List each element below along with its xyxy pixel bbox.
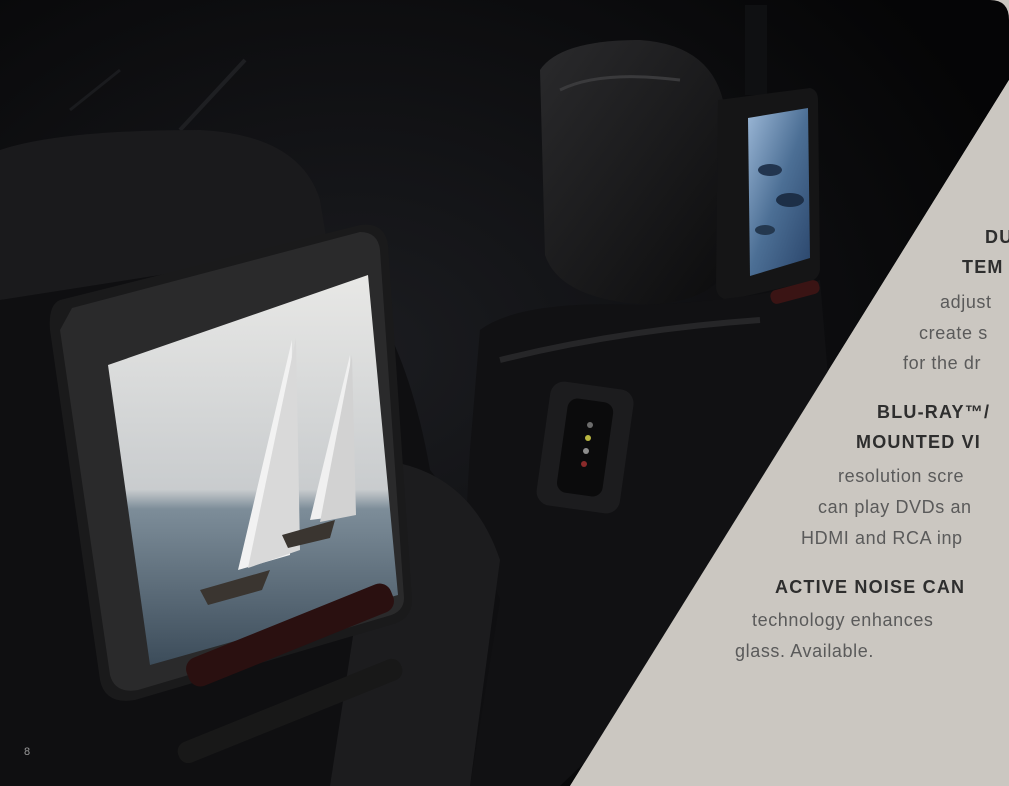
dual-heading-line-1: DU: [985, 227, 1009, 247]
noise-body-line-1: technology enhances: [752, 610, 934, 630]
bluray-heading-line-2: MOUNTED VI: [856, 432, 982, 452]
dual-body-line-1: adjust: [940, 292, 992, 312]
brochure-page: 8 DU TEM adjust create s for the dr BLU-…: [0, 0, 1009, 786]
dual-heading-line-2: TEM: [962, 257, 1004, 277]
rear-seat-entertainment-photo: [0, 0, 1009, 786]
dual-body-line-2: create s: [919, 323, 988, 343]
page-number: 8: [24, 746, 31, 758]
bluray-body-line-3: HDMI and RCA inp: [801, 528, 963, 548]
noise-heading: ACTIVE NOISE CAN: [775, 577, 966, 597]
bluray-heading-line-1: BLU-RAY™/: [877, 402, 991, 422]
bluray-body-line-1: resolution scre: [838, 466, 965, 486]
bluray-body-line-2: can play DVDs an: [818, 497, 972, 517]
noise-body-line-2: glass. Available.: [735, 641, 874, 661]
dual-body-line-3: for the dr: [903, 353, 982, 373]
